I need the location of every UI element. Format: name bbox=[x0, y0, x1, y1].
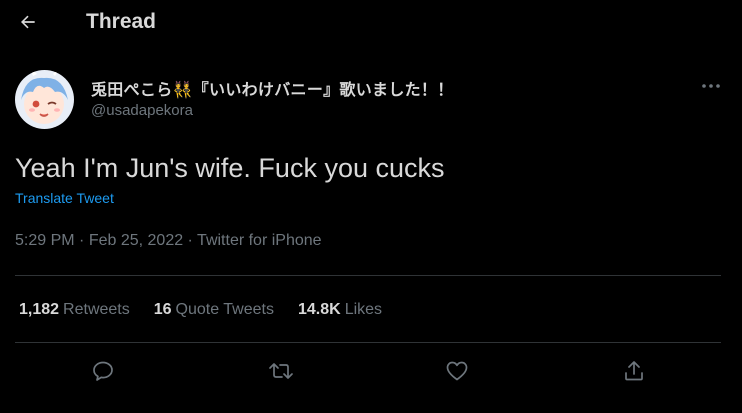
author-handle[interactable]: @usadapekora bbox=[91, 102, 193, 119]
tweet-date[interactable]: Feb 25, 2022 bbox=[89, 232, 183, 249]
back-button[interactable] bbox=[12, 6, 44, 38]
tweet-metadata: 5:29 PM · Feb 25, 2022 · Twitter for iPh… bbox=[15, 232, 322, 250]
meta-separator: · bbox=[74, 232, 89, 249]
more-dots-icon bbox=[702, 84, 720, 88]
tweet-text: Yeah I'm Jun's wife. Fuck you cucks bbox=[15, 153, 445, 183]
retweets-label: Retweets bbox=[63, 301, 130, 318]
retweet-arrows-icon bbox=[269, 363, 293, 379]
likes-count: 14.8K bbox=[297, 301, 341, 318]
share-upload-icon bbox=[625, 361, 643, 381]
quote-tweets-count: 16 bbox=[153, 301, 172, 318]
quote-tweets-stat[interactable]: 16 Quote Tweets bbox=[154, 301, 274, 319]
retweet-button[interactable] bbox=[268, 358, 294, 384]
like-button[interactable] bbox=[444, 358, 470, 384]
author-name-line[interactable]: 兎田ぺこら👯『いいわけバニー』歌いました！！ bbox=[91, 76, 454, 100]
retweets-count: 1,182 bbox=[19, 301, 60, 318]
arrow-left-icon bbox=[21, 15, 35, 29]
reply-button[interactable] bbox=[90, 358, 116, 384]
avatar-image bbox=[15, 70, 74, 129]
heart-icon bbox=[446, 361, 468, 381]
share-button[interactable] bbox=[621, 358, 647, 384]
tweet-actions bbox=[15, 348, 721, 394]
tweet-source[interactable]: Twitter for iPhone bbox=[197, 232, 322, 249]
tweet-time[interactable]: 5:29 PM bbox=[15, 232, 75, 249]
likes-stat[interactable]: 14.8K Likes bbox=[298, 301, 382, 319]
translate-tweet-link[interactable]: Translate Tweet bbox=[15, 190, 114, 206]
more-options-button[interactable] bbox=[698, 76, 724, 96]
page-title: Thread bbox=[86, 10, 157, 33]
avatar[interactable] bbox=[15, 70, 74, 129]
quote-tweets-label: Quote Tweets bbox=[175, 301, 274, 318]
speech-bubble-icon bbox=[93, 361, 113, 381]
thread-header: Thread bbox=[0, 0, 742, 44]
tweet-stats: 1,182 Retweets 16 Quote Tweets 14.8K Likes bbox=[19, 299, 406, 321]
divider bbox=[15, 342, 721, 343]
author-display-name[interactable]: 兎田ぺこら👯『いいわけバニー』歌いました！！ bbox=[91, 76, 454, 100]
retweets-stat[interactable]: 1,182 Retweets bbox=[19, 301, 130, 319]
meta-separator: · bbox=[183, 232, 198, 249]
divider bbox=[15, 275, 721, 276]
likes-label: Likes bbox=[344, 301, 383, 318]
